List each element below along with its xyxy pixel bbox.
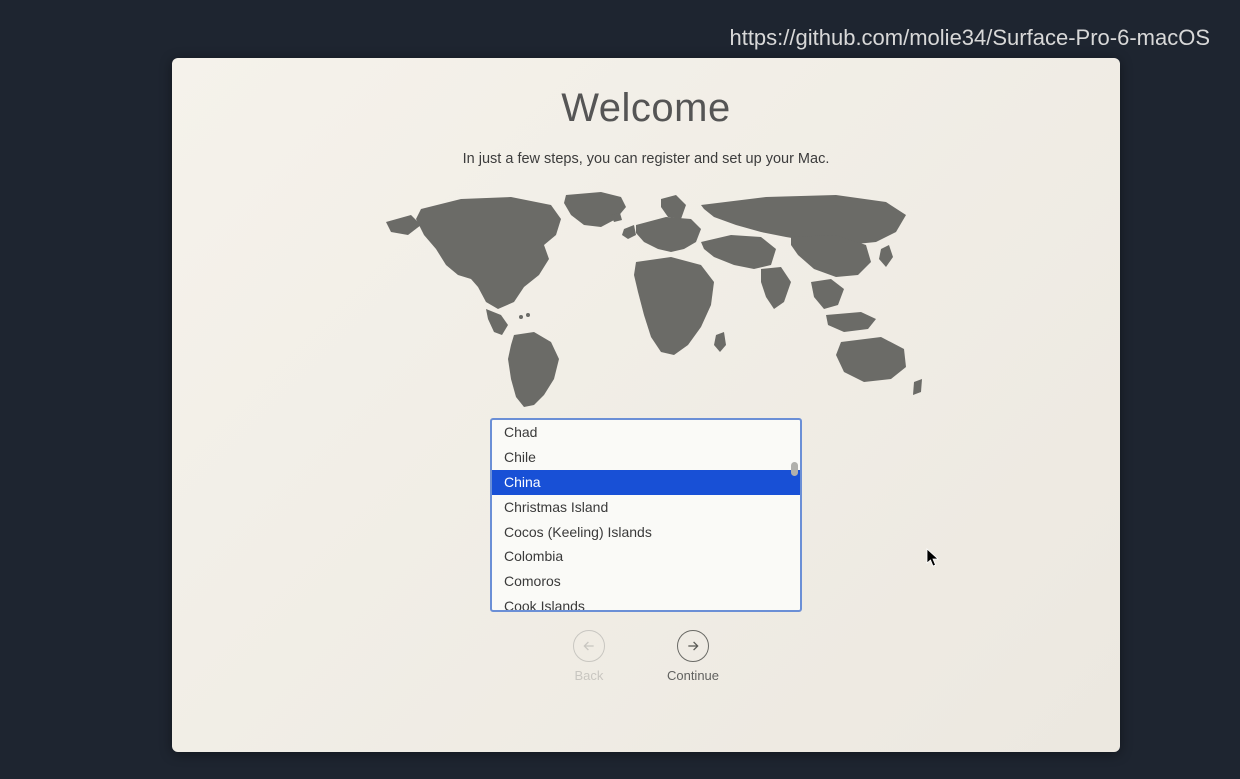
- setup-window: Welcome In just a few steps, you can reg…: [172, 58, 1120, 752]
- world-map-image: [366, 187, 926, 412]
- page-subtitle: In just a few steps, you can register an…: [463, 151, 830, 167]
- back-button: Back: [573, 630, 605, 683]
- country-item[interactable]: Colombia: [492, 544, 800, 569]
- country-item[interactable]: Comoros: [492, 569, 800, 594]
- continue-button[interactable]: Continue: [667, 630, 719, 683]
- arrow-left-icon: [573, 630, 605, 662]
- country-item[interactable]: Cocos (Keeling) Islands: [492, 520, 800, 545]
- country-item[interactable]: China: [492, 470, 800, 495]
- country-list[interactable]: ChadChileChinaChristmas IslandCocos (Kee…: [490, 418, 802, 612]
- country-item[interactable]: Christmas Island: [492, 495, 800, 520]
- continue-label: Continue: [667, 668, 719, 683]
- source-url: https://github.com/molie34/Surface-Pro-6…: [729, 25, 1210, 51]
- arrow-right-icon: [677, 630, 709, 662]
- scrollbar-thumb[interactable]: [791, 462, 798, 476]
- nav-row: Back Continue: [573, 630, 719, 683]
- page-title: Welcome: [561, 86, 730, 131]
- country-item[interactable]: Cook Islands: [492, 594, 800, 612]
- country-item[interactable]: Chile: [492, 445, 800, 470]
- back-label: Back: [575, 668, 604, 683]
- country-item[interactable]: Chad: [492, 420, 800, 445]
